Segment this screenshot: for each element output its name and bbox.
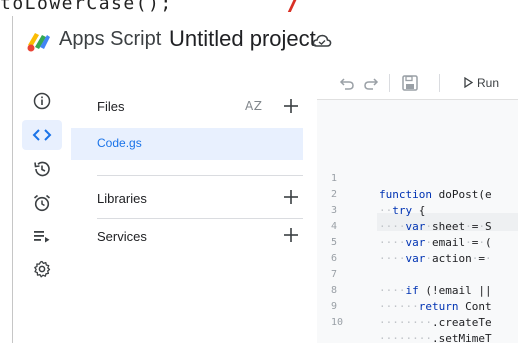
libraries-row[interactable]: Libraries [71, 181, 303, 215]
rail-item-overview[interactable] [22, 86, 62, 116]
code-line[interactable]: 4 ····var·email·=·( [317, 203, 518, 249]
app-name[interactable]: Apps Script [59, 28, 161, 51]
code-line[interactable]: 7 ····if (!email || [317, 251, 518, 297]
libraries-label: Libraries [97, 191, 147, 206]
code-text: ········.setMimeT [379, 332, 492, 343]
settings-gear-icon [34, 260, 51, 278]
history-icon [34, 161, 50, 177]
save-icon[interactable] [401, 74, 419, 92]
executions-icon [34, 231, 50, 243]
code-text: ········.createTe [379, 316, 492, 329]
apps-script-window: Apps Script Untitled project Files AZ Co… [12, 16, 518, 343]
services-row[interactable]: Services [71, 219, 303, 253]
app-header: Apps Script Untitled project [13, 16, 518, 66]
add-library-plus-icon[interactable] [282, 188, 300, 206]
alarm-clock-icon [33, 194, 51, 212]
rail-item-settings[interactable] [22, 254, 62, 284]
info-icon [33, 92, 51, 110]
divider [97, 175, 303, 176]
file-item-code-gs[interactable]: Code.gs [71, 128, 303, 160]
code-line[interactable]: 10 ········.setMimeT [317, 299, 518, 343]
code-line[interactable]: 1 function doPost(e [317, 155, 518, 201]
background-code-fragment: toLowerCase(); [0, 0, 518, 16]
toolbar-separator [389, 74, 390, 92]
code-editor[interactable]: 1 function doPost(e 2 ··try { 3 ····var·… [317, 100, 518, 343]
code-line[interactable]: 3 ····var·sheet·=·S [317, 187, 518, 233]
rail-item-editor[interactable] [22, 120, 62, 150]
files-panel: Files AZ Code.gs Libraries Services [71, 66, 317, 343]
background-code-text: toLowerCase(); [0, 0, 173, 14]
rail-item-history[interactable] [22, 154, 62, 184]
line-number: 10 [331, 317, 344, 328]
code-line[interactable]: 5 ····var·action·=· [317, 219, 518, 265]
redo-icon[interactable] [363, 75, 379, 91]
red-annotation-mark [282, 0, 300, 12]
run-play-icon[interactable] [464, 77, 473, 88]
rail-item-executions[interactable] [22, 221, 62, 251]
undo-icon[interactable] [339, 75, 355, 91]
project-title[interactable]: Untitled project [169, 26, 316, 52]
code-line[interactable]: 9 ········.createTe [317, 283, 518, 329]
toolbar-separator [439, 74, 440, 92]
sort-files-button[interactable]: AZ [245, 99, 262, 113]
editor-toolbar: Run [317, 66, 518, 100]
rail-item-triggers[interactable] [22, 188, 62, 218]
add-service-plus-icon[interactable] [282, 226, 300, 244]
add-file-plus-icon[interactable] [282, 97, 300, 115]
file-name: Code.gs [97, 136, 142, 150]
code-line[interactable]: 8 ······return Cont [317, 267, 518, 313]
run-button[interactable]: Run [477, 76, 499, 90]
cloud-saved-icon [312, 34, 332, 47]
code-line[interactable]: 6 [317, 235, 518, 264]
files-header: Files AZ [71, 90, 303, 124]
code-brackets-icon [32, 129, 52, 141]
code-line[interactable]: 2 ··try { [317, 171, 518, 217]
services-label: Services [97, 229, 147, 244]
apps-script-logo-icon[interactable] [25, 27, 51, 53]
files-label: Files [97, 99, 125, 114]
navigation-rail [13, 66, 71, 343]
